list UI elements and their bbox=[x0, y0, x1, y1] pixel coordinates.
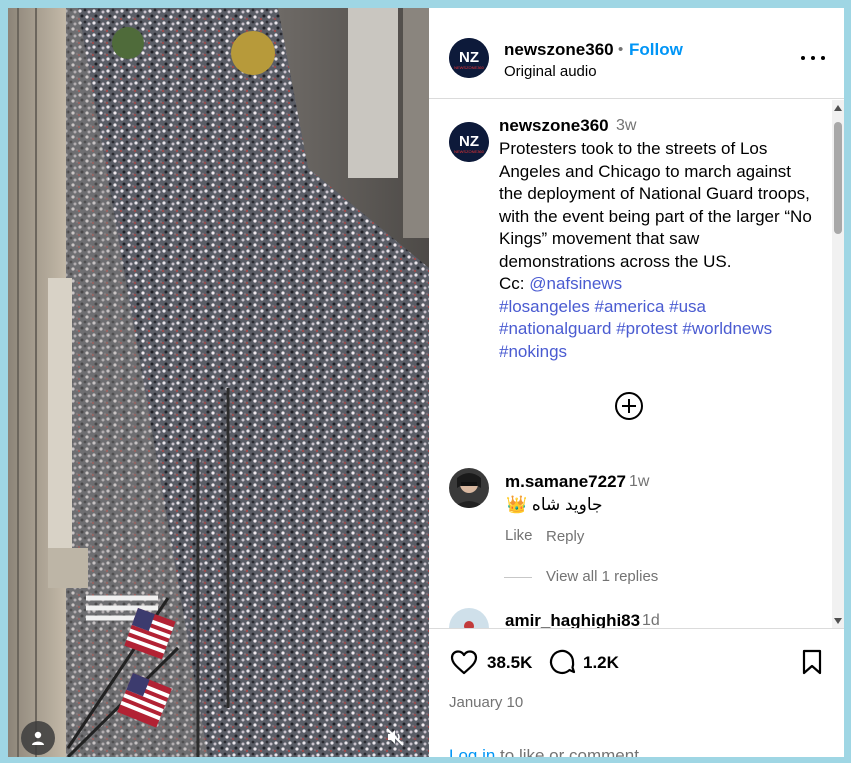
login-prompt-text: to like or comment. bbox=[495, 746, 644, 757]
mute-button[interactable] bbox=[384, 726, 406, 748]
post-details-panel: NZ NEWSZONE360 newszone360 • Follow Orig… bbox=[429, 8, 844, 757]
comment-time[interactable]: 1w bbox=[629, 473, 649, 491]
account-avatar[interactable]: NZ NEWSZONE360 bbox=[449, 38, 489, 78]
comment-username[interactable]: amir_haghighi83 bbox=[505, 611, 640, 628]
caption-avatar[interactable]: NZ NEWSZONE360 bbox=[449, 122, 489, 162]
user-avatar-icon bbox=[449, 608, 489, 628]
speaker-muted-icon bbox=[386, 728, 404, 746]
comment-text: 👑 جاوید شاه bbox=[506, 495, 603, 515]
reply-button[interactable]: Reply bbox=[546, 528, 584, 545]
load-more-comments-icon[interactable] bbox=[613, 390, 645, 422]
comment-count[interactable]: 1.2K bbox=[583, 653, 619, 673]
replies-divider bbox=[504, 577, 532, 578]
newszone-logo-icon: NZ NEWSZONE360 bbox=[449, 38, 489, 78]
comments-scroll-area[interactable]: NZ NEWSZONE360 newszone360 3w Protesters… bbox=[429, 100, 832, 628]
separator-dot: • bbox=[618, 41, 624, 58]
svg-text:NZ: NZ bbox=[459, 49, 479, 66]
comment-time[interactable]: 1d bbox=[642, 612, 660, 628]
post-modal: NZ NEWSZONE360 newszone360 • Follow Orig… bbox=[8, 8, 844, 757]
post-actions: 38.5K 1.2K January 10 Log in to like or … bbox=[429, 628, 844, 757]
hashtag-link[interactable]: #losangeles bbox=[499, 297, 590, 316]
tagged-accounts-button[interactable] bbox=[21, 721, 55, 755]
cc-label: Cc: bbox=[499, 274, 525, 293]
svg-text:NZ: NZ bbox=[459, 133, 479, 150]
hashtag-link[interactable]: #worldnews bbox=[682, 319, 772, 338]
login-link[interactable]: Log in bbox=[449, 746, 495, 757]
svg-text:NEWSZONE360: NEWSZONE360 bbox=[454, 149, 485, 154]
post-date: January 10 bbox=[449, 694, 524, 711]
person-icon bbox=[32, 731, 44, 745]
scroll-down-arrow-icon[interactable] bbox=[834, 618, 842, 624]
crown-emoji: 👑 bbox=[506, 495, 528, 514]
video-player[interactable] bbox=[8, 8, 429, 757]
hashtag-link[interactable]: #protest bbox=[616, 319, 677, 338]
comment-bubble-icon[interactable] bbox=[547, 647, 577, 677]
more-options-icon bbox=[801, 56, 805, 60]
newszone-logo-icon: NZ NEWSZONE360 bbox=[449, 122, 489, 162]
login-prompt: Log in to like or comment. bbox=[449, 746, 644, 757]
post-header: NZ NEWSZONE360 newszone360 • Follow Orig… bbox=[429, 8, 844, 99]
more-options-button[interactable] bbox=[801, 48, 825, 68]
hashtag-link[interactable]: #america bbox=[594, 297, 664, 316]
bookmark-icon[interactable] bbox=[797, 647, 827, 677]
commenter-avatar[interactable] bbox=[449, 608, 489, 628]
heart-icon[interactable] bbox=[449, 647, 479, 677]
follow-button[interactable]: Follow bbox=[629, 40, 683, 60]
commenter-avatar[interactable] bbox=[449, 468, 489, 508]
protest-crowd-image bbox=[8, 8, 429, 757]
caption-time[interactable]: 3w bbox=[616, 117, 636, 135]
comment-body: جاوید شاه bbox=[531, 495, 603, 514]
comment-username[interactable]: m.samane7227 bbox=[505, 472, 626, 492]
caption-body: Protesters took to the streets of Los An… bbox=[499, 139, 812, 271]
mention-link[interactable]: @nafsinews bbox=[529, 274, 622, 293]
scroll-up-arrow-icon[interactable] bbox=[834, 105, 842, 111]
hashtag-link[interactable]: #nationalguard bbox=[499, 319, 611, 338]
svg-text:NEWSZONE360: NEWSZONE360 bbox=[454, 65, 485, 70]
account-username[interactable]: newszone360 bbox=[504, 40, 614, 60]
view-replies-button[interactable]: View all 1 replies bbox=[546, 568, 658, 585]
caption-text: Protesters took to the streets of Los An… bbox=[499, 138, 819, 363]
hashtag-link[interactable]: #nokings bbox=[499, 342, 567, 361]
scrollbar[interactable] bbox=[832, 100, 844, 628]
scrollbar-thumb[interactable] bbox=[834, 122, 842, 234]
like-count[interactable]: 38.5K bbox=[487, 653, 532, 673]
hashtag-link[interactable]: #usa bbox=[669, 297, 706, 316]
audio-label[interactable]: Original audio bbox=[504, 63, 597, 80]
user-avatar-icon bbox=[449, 468, 489, 508]
like-comment-button[interactable]: Like bbox=[505, 527, 533, 544]
caption-username[interactable]: newszone360 bbox=[499, 116, 609, 136]
